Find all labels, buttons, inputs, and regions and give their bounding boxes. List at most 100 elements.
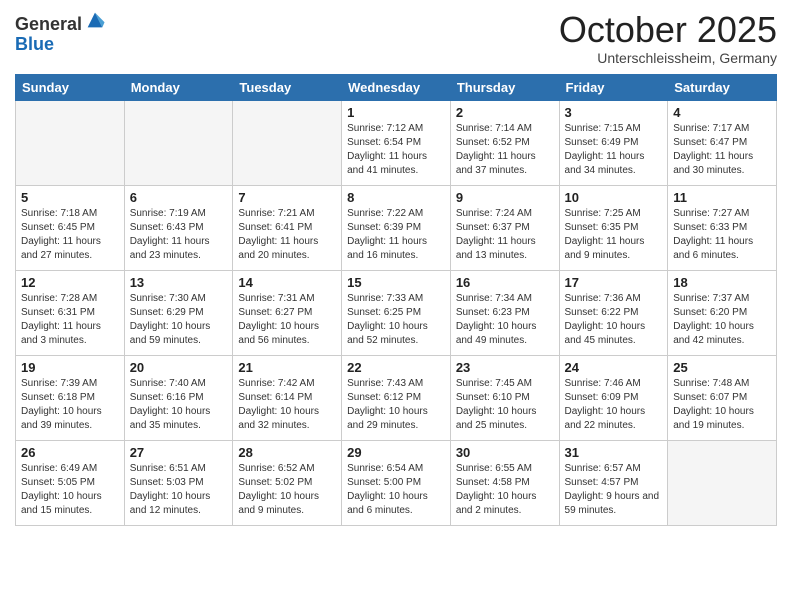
day-number: 14 bbox=[238, 275, 336, 290]
day-info: Sunrise: 6:57 AM Sunset: 4:57 PM Dayligh… bbox=[565, 462, 663, 518]
logo: General Blue bbox=[15, 15, 106, 55]
calendar-cell: 5 Sunrise: 7:18 AM Sunset: 6:45 PM Daylig… bbox=[16, 185, 125, 270]
calendar-cell: 13Sunrise: 7:30 AM Sunset: 6:29 PM Dayli… bbox=[124, 270, 233, 355]
day-number: 21 bbox=[238, 360, 336, 375]
calendar-table: SundayMondayTuesdayWednesdayThursdayFrid… bbox=[15, 74, 777, 526]
calendar-cell: 4 Sunrise: 7:17 AM Sunset: 6:47 PM Daylig… bbox=[668, 100, 777, 185]
day-info: Sunrise: 6:54 AM Sunset: 5:00 PM Dayligh… bbox=[347, 462, 445, 518]
day-info: Sunrise: 7:33 AM Sunset: 6:25 PM Dayligh… bbox=[347, 292, 445, 348]
logo-blue: Blue bbox=[15, 35, 106, 55]
day-info: Sunrise: 7:15 AM Sunset: 6:49 PM Dayligh… bbox=[565, 122, 663, 178]
calendar-week-3: 12Sunrise: 7:28 AM Sunset: 6:31 PM Dayli… bbox=[16, 270, 777, 355]
day-number: 2 bbox=[456, 105, 554, 120]
calendar-cell: 16 Sunrise: 7:34 AM Sunset: 6:23 PM Dayli… bbox=[450, 270, 559, 355]
day-number: 9 bbox=[456, 190, 554, 205]
day-number: 29 bbox=[347, 445, 445, 460]
day-number: 19 bbox=[21, 360, 119, 375]
day-info: Sunrise: 7:36 AM Sunset: 6:22 PM Dayligh… bbox=[565, 292, 663, 348]
day-number: 27 bbox=[130, 445, 228, 460]
day-number: 7 bbox=[238, 190, 336, 205]
day-info: Sunrise: 7:17 AM Sunset: 6:47 PM Dayligh… bbox=[673, 122, 771, 178]
day-info: Sunrise: 7:46 AM Sunset: 6:09 PM Dayligh… bbox=[565, 377, 663, 433]
logo-icon bbox=[84, 9, 106, 31]
calendar-cell: 29 Sunrise: 6:54 AM Sunset: 5:00 PM Dayli… bbox=[342, 440, 451, 525]
calendar-cell: 30 Sunrise: 6:55 AM Sunset: 4:58 PM Dayli… bbox=[450, 440, 559, 525]
calendar-week-4: 19 Sunrise: 7:39 AM Sunset: 6:18 PM Dayli… bbox=[16, 355, 777, 440]
day-info: Sunrise: 7:34 AM Sunset: 6:23 PM Dayligh… bbox=[456, 292, 554, 348]
header-sunday: Sunday bbox=[16, 74, 125, 100]
calendar-week-2: 5 Sunrise: 7:18 AM Sunset: 6:45 PM Daylig… bbox=[16, 185, 777, 270]
page-header: General Blue October 2025 Unterschleissh… bbox=[15, 10, 777, 66]
day-number: 20 bbox=[130, 360, 228, 375]
day-info: Sunrise: 6:51 AM Sunset: 5:03 PM Dayligh… bbox=[130, 462, 228, 518]
day-number: 30 bbox=[456, 445, 554, 460]
calendar-cell: 17 Sunrise: 7:36 AM Sunset: 6:22 PM Dayli… bbox=[559, 270, 668, 355]
day-number: 15 bbox=[347, 275, 445, 290]
calendar-cell: 14 Sunrise: 7:31 AM Sunset: 6:27 PM Dayli… bbox=[233, 270, 342, 355]
day-number: 8 bbox=[347, 190, 445, 205]
day-number: 17 bbox=[565, 275, 663, 290]
day-number: 24 bbox=[565, 360, 663, 375]
day-number: 12 bbox=[21, 275, 119, 290]
calendar-cell: 19 Sunrise: 7:39 AM Sunset: 6:18 PM Dayli… bbox=[16, 355, 125, 440]
calendar-cell: 11 Sunrise: 7:27 AM Sunset: 6:33 PM Dayli… bbox=[668, 185, 777, 270]
header-tuesday: Tuesday bbox=[233, 74, 342, 100]
day-number: 6 bbox=[130, 190, 228, 205]
day-number: 4 bbox=[673, 105, 771, 120]
day-info: Sunrise: 6:52 AM Sunset: 5:02 PM Dayligh… bbox=[238, 462, 336, 518]
calendar-cell: 22Sunrise: 7:43 AM Sunset: 6:12 PM Dayli… bbox=[342, 355, 451, 440]
day-number: 11 bbox=[673, 190, 771, 205]
day-info: Sunrise: 7:43 AM Sunset: 6:12 PM Dayligh… bbox=[347, 377, 445, 433]
calendar-cell: 9 Sunrise: 7:24 AM Sunset: 6:37 PM Daylig… bbox=[450, 185, 559, 270]
calendar-cell: 12Sunrise: 7:28 AM Sunset: 6:31 PM Dayli… bbox=[16, 270, 125, 355]
calendar-cell: 3Sunrise: 7:15 AM Sunset: 6:49 PM Daylig… bbox=[559, 100, 668, 185]
day-info: Sunrise: 7:22 AM Sunset: 6:39 PM Dayligh… bbox=[347, 207, 445, 263]
calendar-cell bbox=[668, 440, 777, 525]
day-info: Sunrise: 7:21 AM Sunset: 6:41 PM Dayligh… bbox=[238, 207, 336, 263]
day-info: Sunrise: 6:49 AM Sunset: 5:05 PM Dayligh… bbox=[21, 462, 119, 518]
calendar-cell: 7 Sunrise: 7:21 AM Sunset: 6:41 PM Daylig… bbox=[233, 185, 342, 270]
day-info: Sunrise: 7:24 AM Sunset: 6:37 PM Dayligh… bbox=[456, 207, 554, 263]
calendar-cell: 21Sunrise: 7:42 AM Sunset: 6:14 PM Dayli… bbox=[233, 355, 342, 440]
calendar-cell: 23Sunrise: 7:45 AM Sunset: 6:10 PM Dayli… bbox=[450, 355, 559, 440]
month-title: October 2025 bbox=[559, 10, 777, 50]
day-number: 5 bbox=[21, 190, 119, 205]
header-thursday: Thursday bbox=[450, 74, 559, 100]
calendar-cell bbox=[124, 100, 233, 185]
location-subtitle: Unterschleissheim, Germany bbox=[559, 50, 777, 66]
calendar-cell: 26 Sunrise: 6:49 AM Sunset: 5:05 PM Dayli… bbox=[16, 440, 125, 525]
header-wednesday: Wednesday bbox=[342, 74, 451, 100]
day-info: Sunrise: 7:19 AM Sunset: 6:43 PM Dayligh… bbox=[130, 207, 228, 263]
day-info: Sunrise: 7:25 AM Sunset: 6:35 PM Dayligh… bbox=[565, 207, 663, 263]
header-friday: Friday bbox=[559, 74, 668, 100]
calendar-cell: 24 Sunrise: 7:46 AM Sunset: 6:09 PM Dayli… bbox=[559, 355, 668, 440]
day-number: 13 bbox=[130, 275, 228, 290]
logo-general: General bbox=[15, 15, 82, 35]
day-info: Sunrise: 7:40 AM Sunset: 6:16 PM Dayligh… bbox=[130, 377, 228, 433]
day-number: 10 bbox=[565, 190, 663, 205]
day-info: Sunrise: 6:55 AM Sunset: 4:58 PM Dayligh… bbox=[456, 462, 554, 518]
day-info: Sunrise: 7:12 AM Sunset: 6:54 PM Dayligh… bbox=[347, 122, 445, 178]
day-info: Sunrise: 7:48 AM Sunset: 6:07 PM Dayligh… bbox=[673, 377, 771, 433]
header-saturday: Saturday bbox=[668, 74, 777, 100]
calendar-cell: 28Sunrise: 6:52 AM Sunset: 5:02 PM Dayli… bbox=[233, 440, 342, 525]
calendar-cell: 25Sunrise: 7:48 AM Sunset: 6:07 PM Dayli… bbox=[668, 355, 777, 440]
calendar-cell: 10 Sunrise: 7:25 AM Sunset: 6:35 PM Dayli… bbox=[559, 185, 668, 270]
calendar-cell: 8 Sunrise: 7:22 AM Sunset: 6:39 PM Daylig… bbox=[342, 185, 451, 270]
calendar-cell: 15 Sunrise: 7:33 AM Sunset: 6:25 PM Dayli… bbox=[342, 270, 451, 355]
day-info: Sunrise: 7:31 AM Sunset: 6:27 PM Dayligh… bbox=[238, 292, 336, 348]
day-number: 26 bbox=[21, 445, 119, 460]
calendar-cell: 2 Sunrise: 7:14 AM Sunset: 6:52 PM Daylig… bbox=[450, 100, 559, 185]
day-info: Sunrise: 7:39 AM Sunset: 6:18 PM Dayligh… bbox=[21, 377, 119, 433]
calendar-week-1: 1 Sunrise: 7:12 AM Sunset: 6:54 PM Daylig… bbox=[16, 100, 777, 185]
day-info: Sunrise: 7:18 AM Sunset: 6:45 PM Dayligh… bbox=[21, 207, 119, 263]
calendar-cell: 27 Sunrise: 6:51 AM Sunset: 5:03 PM Dayli… bbox=[124, 440, 233, 525]
day-number: 1 bbox=[347, 105, 445, 120]
calendar-cell bbox=[233, 100, 342, 185]
day-number: 16 bbox=[456, 275, 554, 290]
day-info: Sunrise: 7:14 AM Sunset: 6:52 PM Dayligh… bbox=[456, 122, 554, 178]
logo-text: General Blue bbox=[15, 15, 106, 55]
calendar-cell: 6 Sunrise: 7:19 AM Sunset: 6:43 PM Daylig… bbox=[124, 185, 233, 270]
day-info: Sunrise: 7:27 AM Sunset: 6:33 PM Dayligh… bbox=[673, 207, 771, 263]
title-block: October 2025 Unterschleissheim, Germany bbox=[559, 10, 777, 66]
